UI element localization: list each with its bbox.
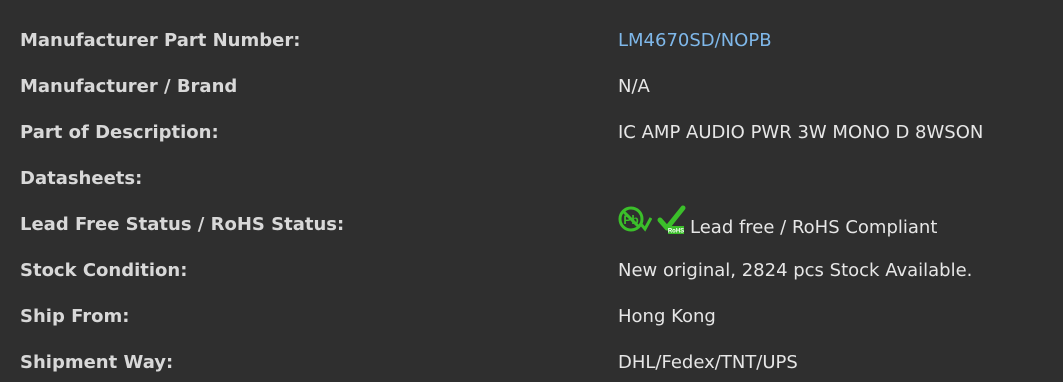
spec-label-description: Part of Description: [20,122,219,143]
spec-label-shipment-way: Shipment Way: [20,352,174,373]
spec-row-ship-from: Ship From: Hong Kong [0,297,1063,337]
spec-row-part-number: Manufacturer Part Number: LM4670SD/NOPB [0,21,1063,61]
rohs-badge-text: RoHS [668,229,684,235]
spec-value-ship-from: Hong Kong [618,306,716,327]
spec-row-description: Part of Description: IC AMP AUDIO PWR 3W… [0,113,1063,153]
spec-row-stock: Stock Condition: New original, 2824 pcs … [0,251,1063,291]
spec-value-rohs: Pb RoHS Lead free / RoHS Compliant [618,205,937,250]
spec-label-ship-from: Ship From: [20,306,130,327]
spec-label-part-number: Manufacturer Part Number: [20,30,301,51]
spec-row-rohs: Lead Free Status / RoHS Status: Pb RoHS … [0,205,1063,245]
spec-value-stock: New original, 2824 pcs Stock Available. [618,260,973,281]
spec-value-description: IC AMP AUDIO PWR 3W MONO D 8WSON [618,122,984,143]
spec-label-stock: Stock Condition: [20,260,188,281]
spec-value-shipment-way: DHL/Fedex/TNT/UPS [618,352,798,373]
part-number-link[interactable]: LM4670SD/NOPB [618,21,772,61]
rohs-compliant-icon: RoHS [656,205,686,250]
rohs-status-text: Lead free / RoHS Compliant [690,216,938,238]
svg-text:Pb: Pb [623,213,638,227]
spec-label-manufacturer: Manufacturer / Brand [20,76,238,97]
spec-row-shipment-way: Shipment Way: DHL/Fedex/TNT/UPS [0,343,1063,382]
spec-row-datasheets: Datasheets: [0,159,1063,199]
spec-value-manufacturer: N/A [618,76,650,97]
product-spec-table: Manufacturer Part Number: LM4670SD/NOPB … [0,0,1063,382]
spec-label-rohs: Lead Free Status / RoHS Status: [20,214,345,235]
spec-row-manufacturer: Manufacturer / Brand N/A [0,67,1063,107]
spec-label-datasheets: Datasheets: [20,168,143,189]
lead-free-icon: Pb [618,205,653,250]
